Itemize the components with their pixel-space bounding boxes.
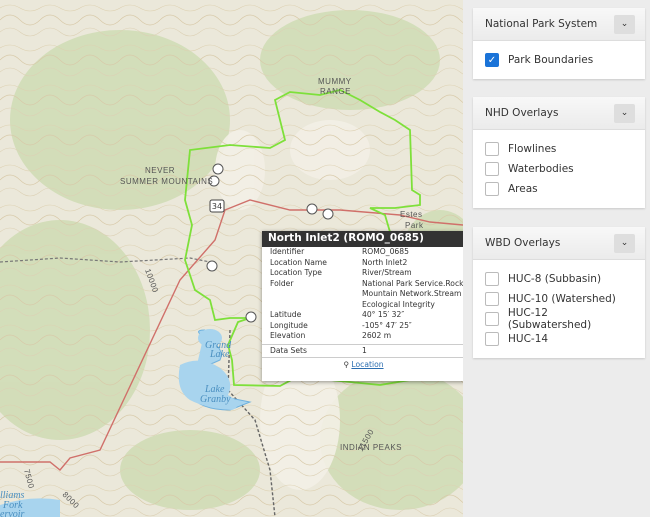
option-flowlines[interactable]: Flowlines [485,139,633,159]
checkbox[interactable] [485,162,499,176]
svg-text:SUMMER MOUNTAINS: SUMMER MOUNTAINS [120,177,213,186]
popup-row: Latitude 40° 15′ 32″ [270,310,405,319]
card-title: NHD Overlays [485,107,559,119]
svg-text:RANGE: RANGE [320,87,351,96]
popup-row: Identifier ROMO_0685 [270,247,409,256]
checkbox[interactable] [485,182,499,196]
svg-text:Park: Park [405,221,424,230]
svg-text:ervoir: ervoir [0,509,25,517]
popup-row-datasets: Data Sets 1 [262,343,463,358]
popup-title: North Inlet2 (ROMO_0685) [262,231,463,247]
option-waterbodies[interactable]: Waterbodies [485,159,633,179]
site-marker [322,208,334,220]
mummy-label: MUMMY [318,77,352,86]
chevron-down-icon[interactable]: ⌄ [614,103,635,123]
option-huc-10[interactable]: HUC-10 (Watershed) [485,289,633,309]
popup-row: Longitude -105° 47′ 25″ [270,320,412,330]
map[interactable]: 34 MUMMY RANGE NEVER SUMMER MOUNTAINS IN… [0,0,463,517]
card-title: National Park System [485,18,598,30]
indian-peaks-label: INDIAN PEAKS [340,443,402,452]
svg-text:Lake: Lake [209,349,230,360]
checkbox[interactable] [485,272,499,286]
highway-label: 34 [212,202,222,211]
checkbox[interactable] [485,142,499,156]
card-national-park-system: National Park System ⌄ ✓ Park Boundaries [473,8,645,79]
site-marker [306,203,318,215]
folder-value: National Park Service.Rock Mountain Netwo… [362,278,463,309]
estes-label: Estes [400,210,423,219]
site-marker [206,260,218,272]
map-pin-icon: ⚲ [343,360,349,369]
card-wbd-overlays: WBD Overlays ⌄ HUC-8 (Subbasin) HUC-10 (W… [473,227,645,358]
chevron-down-icon[interactable]: ⌄ [614,14,635,34]
checkbox[interactable] [485,312,499,326]
option-areas[interactable]: Areas [485,179,633,199]
card-nhd-overlays: NHD Overlays ⌄ Flowlines Waterbodies Area… [473,97,645,208]
option-huc-14[interactable]: HUC-14 [485,329,633,349]
checkbox[interactable] [485,292,499,306]
option-park-boundaries[interactable]: ✓ Park Boundaries [485,50,633,70]
popup-row: Elevation 2602 m [270,331,392,340]
popup-row: Location Type River/Stream [270,268,412,277]
checkbox-checked[interactable]: ✓ [485,53,499,67]
never-summer-label: NEVER [145,166,175,175]
site-popup: North Inlet2 (ROMO_0685) Identifier ROMO_… [262,231,463,381]
option-huc-12[interactable]: HUC-12 (Subwatershed) [485,307,633,331]
chevron-down-icon[interactable]: ⌄ [614,233,635,253]
card-title: WBD Overlays [485,237,561,249]
popup-location: ⚲ Location [262,358,463,369]
svg-text:Granby: Granby [200,394,231,405]
checkbox[interactable] [485,332,499,346]
location-link[interactable]: Location [351,360,383,369]
popup-row: Location Name North Inlet2 [270,257,408,267]
option-huc-8[interactable]: HUC-8 (Subbasin) [485,269,633,289]
site-marker-selected [245,311,257,323]
site-marker [212,163,224,175]
popup-row: Folder National Park Service.Rock Mountai… [270,278,463,309]
